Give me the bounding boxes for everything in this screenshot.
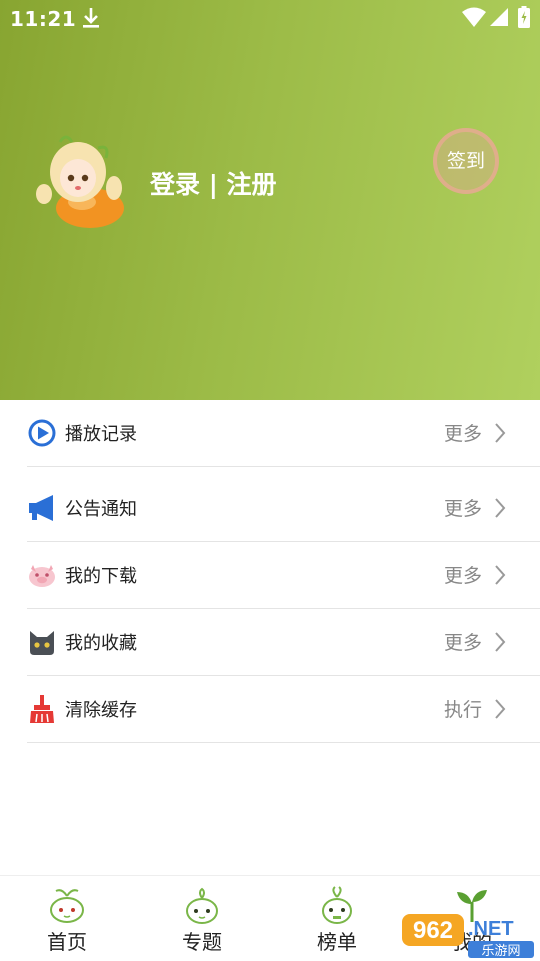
chevron-right-icon [495, 498, 506, 518]
chevron-right-icon [495, 632, 506, 652]
status-bar: 11:21 [0, 0, 540, 36]
tab-rankings[interactable]: 榜单 [277, 876, 397, 961]
wifi-icon [462, 7, 486, 27]
status-time: 11:21 [10, 7, 77, 31]
menu-item-clear-cache[interactable]: 清除缓存 执行 [27, 676, 540, 743]
broom-icon [30, 695, 54, 723]
more-link[interactable]: 更多 [444, 494, 482, 521]
tab-label: 专题 [182, 930, 222, 954]
menu-item-favorites[interactable]: 我的收藏 更多 [27, 609, 540, 676]
chevron-right-icon [495, 699, 506, 719]
menu-item-play-history[interactable]: 播放记录 更多 [27, 400, 540, 467]
cat-icon [30, 631, 54, 655]
menu-item-label: 我的收藏 [65, 633, 137, 654]
menu-item-label: 播放记录 [65, 424, 137, 445]
battery-charging-icon [518, 6, 530, 28]
tab-home[interactable]: 首页 [7, 876, 127, 961]
sprout-mascot-icon [186, 887, 218, 924]
menu-item-announcements[interactable]: 公告通知 更多 [27, 475, 540, 542]
pig-icon [29, 565, 55, 587]
more-link[interactable]: 更多 [444, 628, 482, 655]
signin-button[interactable]: 签到 [433, 128, 499, 194]
sprout-mascot-icon [322, 886, 352, 924]
more-link[interactable]: 更多 [444, 419, 482, 446]
menu-item-label: 公告通知 [65, 499, 137, 520]
more-link[interactable]: 更多 [444, 561, 482, 588]
play-icon [28, 419, 56, 447]
watermark-name: 乐游网 [481, 944, 520, 959]
tab-label: 榜单 [317, 930, 357, 954]
menu-item-downloads[interactable]: 我的下载 更多 [27, 542, 540, 609]
menu-item-label: 清除缓存 [65, 700, 137, 721]
megaphone-icon [29, 495, 53, 521]
watermark-962: 962 [413, 917, 453, 944]
download-icon [83, 8, 99, 28]
watermark-net: .NET [468, 918, 514, 940]
menu-item-label: 我的下载 [65, 566, 137, 587]
signal-icon [490, 8, 508, 26]
profile-header: 11:21 登录 | 注册 签到 [0, 0, 540, 400]
site-watermark-logo: 962 .NET 乐游网 [402, 914, 534, 959]
tab-label: 首页 [47, 930, 87, 954]
chevron-right-icon [495, 423, 506, 443]
avatar[interactable] [30, 130, 130, 230]
sprout-mascot-icon [50, 889, 84, 923]
login-register-link[interactable]: 登录 | 注册 [150, 165, 277, 201]
chevron-right-icon [495, 565, 506, 585]
tab-topics[interactable]: 专题 [142, 876, 262, 961]
execute-link[interactable]: 执行 [444, 695, 482, 722]
